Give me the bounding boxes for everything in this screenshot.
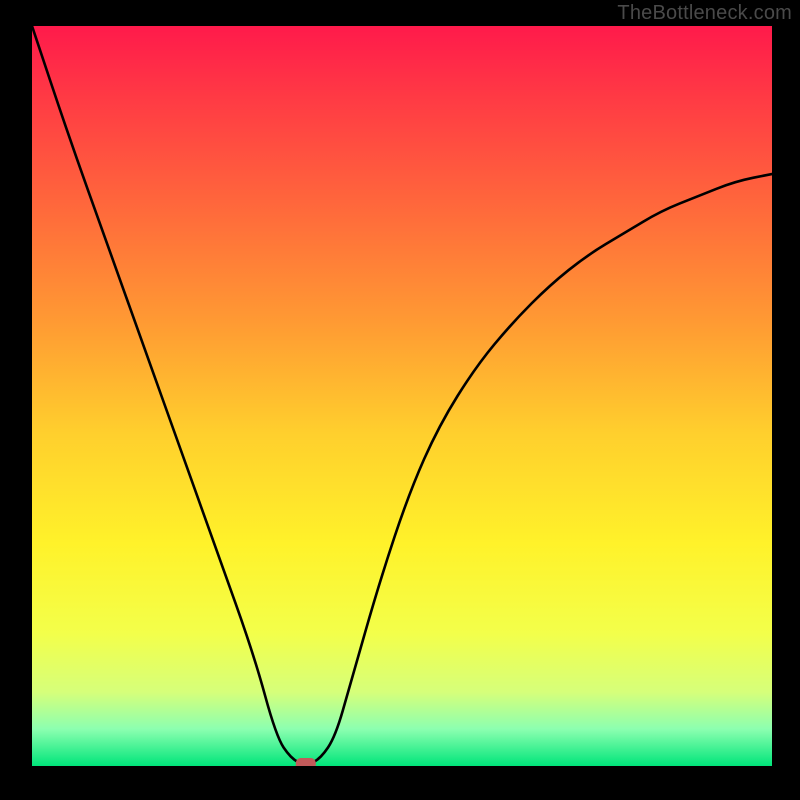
chart-frame: TheBottleneck.com [0,0,800,800]
chart-svg [32,26,772,766]
plot-area [32,26,772,766]
watermark-text: TheBottleneck.com [617,2,792,25]
gradient-background [32,26,772,766]
optimal-marker [296,758,316,766]
